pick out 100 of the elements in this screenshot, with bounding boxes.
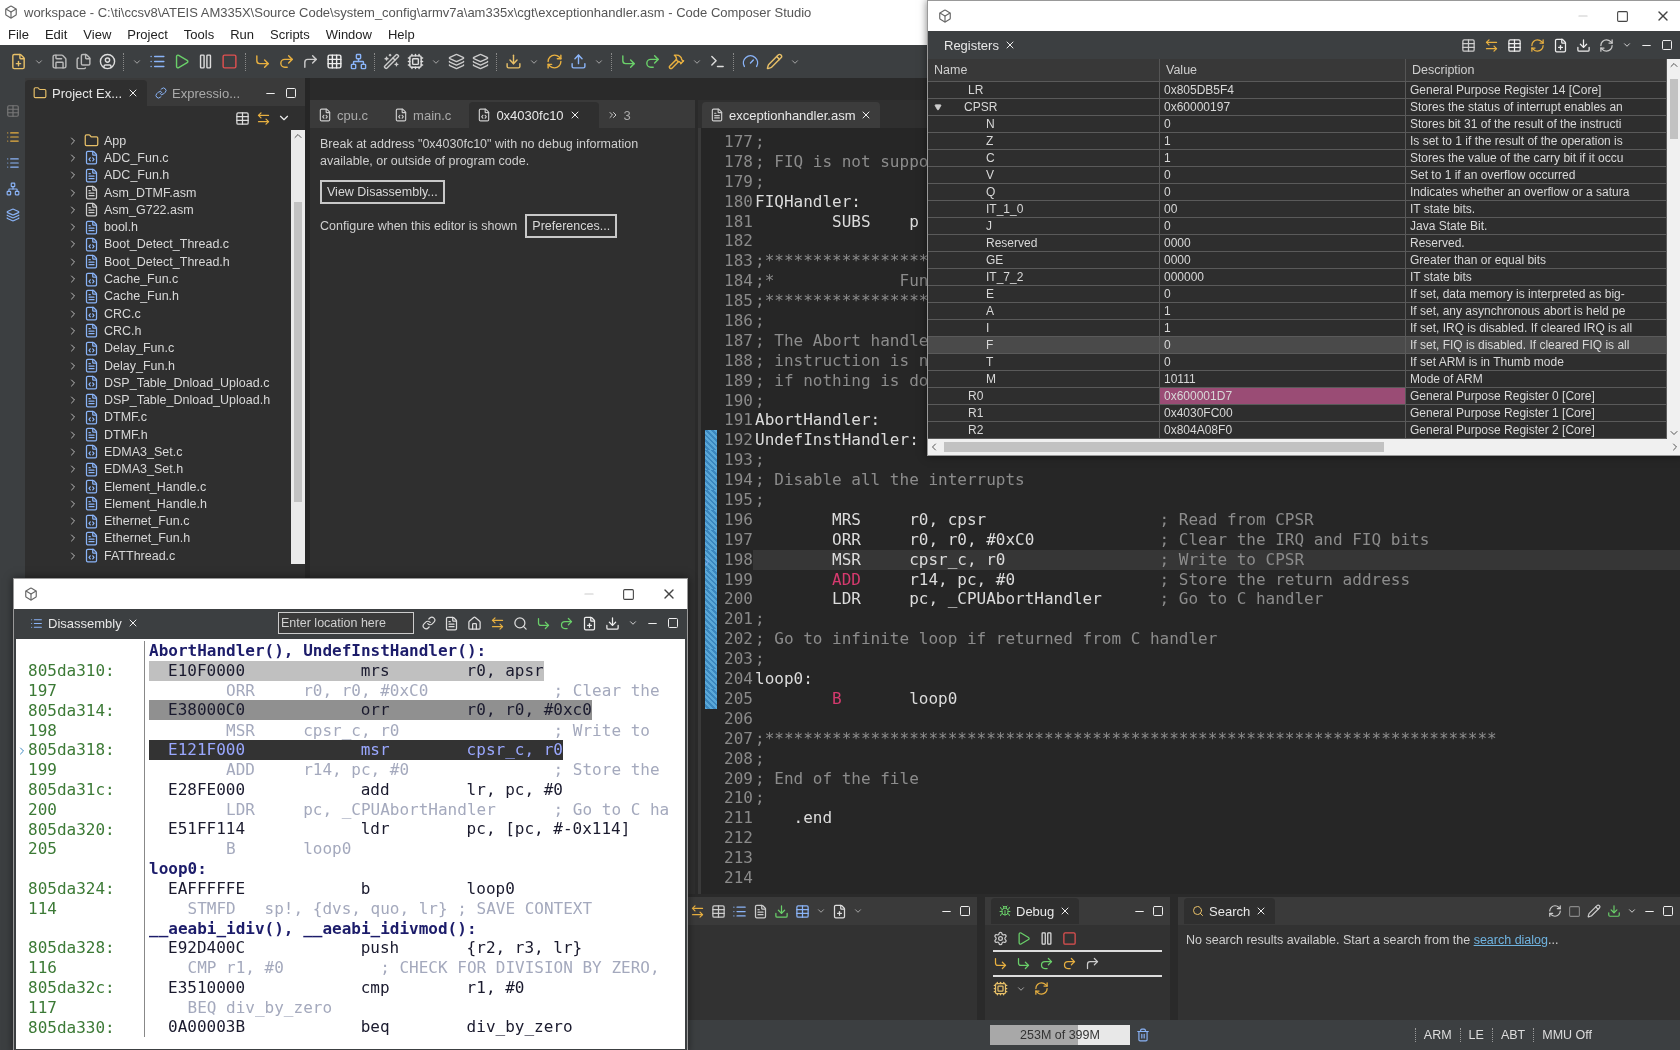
menu-item[interactable]: Tools — [177, 27, 221, 42]
preferences-button[interactable]: Preferences... — [525, 214, 618, 238]
step-into-icon[interactable] — [1016, 956, 1031, 971]
arrows-icon[interactable] — [1484, 37, 1499, 53]
tree-item[interactable]: EDMA3_Set.h — [104, 462, 184, 477]
step-over-icon[interactable] — [644, 53, 661, 70]
menu-item[interactable]: Run — [224, 27, 260, 42]
files-icon[interactable] — [75, 53, 92, 70]
tree-item[interactable]: Element_Handle.c — [104, 479, 207, 494]
caret-icon[interactable] — [1627, 906, 1637, 916]
tree-item[interactable]: ADC_Fun.h — [104, 168, 170, 183]
network-icon[interactable] — [5, 182, 20, 196]
table-icon[interactable] — [795, 903, 810, 919]
caret-icon[interactable] — [1622, 40, 1632, 50]
column-header[interactable]: Name — [928, 59, 1160, 81]
tree-item[interactable]: ADC_Fun.c — [104, 150, 169, 165]
step-over-icon[interactable] — [278, 53, 295, 70]
step-over-icon[interactable] — [1062, 956, 1077, 971]
stop-icon[interactable] — [1062, 931, 1077, 946]
pause-icon[interactable] — [197, 53, 214, 70]
list-icon[interactable] — [732, 903, 747, 919]
search-icon[interactable] — [513, 615, 528, 631]
view-tab[interactable]: Debug — [991, 898, 1080, 924]
tree-item[interactable]: CRC.h — [104, 323, 142, 338]
refresh-icon[interactable] — [1548, 904, 1562, 918]
location-field[interactable]: Enter location here — [278, 612, 414, 634]
chip-icon[interactable] — [407, 53, 424, 70]
hammer-icon[interactable] — [668, 53, 685, 70]
step-into-icon[interactable] — [993, 956, 1008, 971]
tree-item[interactable]: Asm_DTMF.asm — [104, 185, 197, 200]
step-into-icon[interactable] — [254, 53, 271, 70]
view-tab[interactable]: Registers — [936, 32, 1024, 58]
refresh-icon[interactable] — [546, 53, 563, 70]
tree-item[interactable]: Delay_Fun.h — [104, 358, 175, 373]
link-editor-icon[interactable] — [256, 110, 271, 126]
step-return-icon[interactable] — [1085, 956, 1100, 971]
tree-item[interactable]: App — [104, 133, 127, 148]
file-plus-icon[interactable] — [10, 53, 27, 70]
editor-tab[interactable]: exceptionhandler.asm — [702, 102, 881, 128]
refresh-icon[interactable] — [1599, 37, 1614, 53]
stop-icon[interactable] — [1568, 904, 1581, 918]
maximize-icon[interactable] — [622, 587, 635, 601]
layers-icon[interactable] — [448, 53, 465, 70]
menu-item[interactable]: Help — [382, 27, 421, 42]
home-icon[interactable] — [467, 615, 482, 631]
tree-item[interactable]: FATThread.c — [104, 548, 176, 563]
download-icon[interactable] — [774, 903, 789, 919]
network-icon[interactable] — [350, 53, 367, 70]
maximize-icon[interactable] — [1616, 9, 1629, 23]
editor-tab[interactable]: 0x4030fc10 — [469, 102, 599, 128]
caret-icon[interactable] — [816, 906, 826, 916]
search-dialog-link[interactable]: search dialog — [1473, 933, 1548, 947]
upload-icon[interactable] — [570, 53, 587, 70]
download-icon[interactable] — [1607, 904, 1621, 918]
pencil-icon[interactable] — [766, 53, 783, 70]
step-into-icon[interactable] — [620, 53, 637, 70]
file-icon[interactable] — [753, 903, 768, 919]
resume-icon[interactable] — [1016, 931, 1031, 946]
refresh-icon[interactable] — [1530, 37, 1545, 53]
grid-icon[interactable] — [326, 53, 343, 70]
file-plus-icon[interactable] — [832, 903, 847, 919]
trash-icon[interactable] — [1136, 1028, 1150, 1042]
file-plus-icon[interactable] — [1553, 37, 1568, 53]
tree-item[interactable]: DTMF.c — [104, 410, 148, 425]
gear-icon[interactable] — [993, 931, 1008, 946]
scrollbar[interactable] — [1667, 59, 1680, 439]
caret-icon[interactable] — [853, 906, 863, 916]
view-tab[interactable]: Disassembly — [22, 610, 147, 636]
download-icon[interactable] — [505, 53, 522, 70]
scrollbar[interactable] — [928, 439, 1680, 455]
tree-item[interactable]: Cache_Fun.h — [104, 289, 180, 304]
link-icon[interactable] — [422, 616, 436, 630]
refresh-icon[interactable] — [1034, 981, 1049, 996]
pencil-icon[interactable] — [1587, 904, 1601, 918]
pause-icon[interactable] — [1039, 931, 1054, 946]
scroll-thumb[interactable] — [944, 442, 1384, 452]
chip-icon[interactable] — [993, 981, 1008, 996]
selected-row[interactable]: F 0 If set, FIQ is disabled. If cleared FIQ is all — [928, 337, 1667, 354]
file-plus-icon[interactable] — [582, 615, 597, 631]
more-tabs-button[interactable]: 3 — [598, 102, 639, 128]
tree-item[interactable]: DSP_Table_Dnload_Upload.c — [104, 375, 270, 390]
scroll-thumb[interactable] — [294, 202, 302, 502]
gauge-icon[interactable] — [742, 53, 759, 70]
resume-icon[interactable] — [173, 53, 190, 70]
collapse-all-icon[interactable] — [235, 110, 250, 126]
tree-item[interactable]: Delay_Fun.c — [104, 341, 175, 356]
tree-item[interactable]: CRC.c — [104, 306, 141, 321]
tree-item[interactable]: DSP_Table_Dnload_Upload.h — [104, 393, 271, 408]
table-icon[interactable] — [711, 903, 726, 919]
swap-icon[interactable] — [690, 903, 705, 919]
terminal-icon[interactable] — [709, 53, 726, 70]
layers-icon[interactable] — [5, 208, 20, 222]
memory-meter[interactable]: 253M of 399M — [990, 1025, 1130, 1045]
file-icon[interactable] — [444, 615, 459, 631]
scroll-thumb[interactable] — [1670, 79, 1678, 139]
tree-item[interactable]: Cache_Fun.c — [104, 272, 179, 286]
save-icon[interactable] — [51, 53, 68, 70]
menu-item[interactable]: View — [77, 27, 118, 42]
table-icon[interactable] — [1461, 37, 1476, 53]
tree-item[interactable]: Ethernet_Fun.c — [104, 514, 190, 529]
